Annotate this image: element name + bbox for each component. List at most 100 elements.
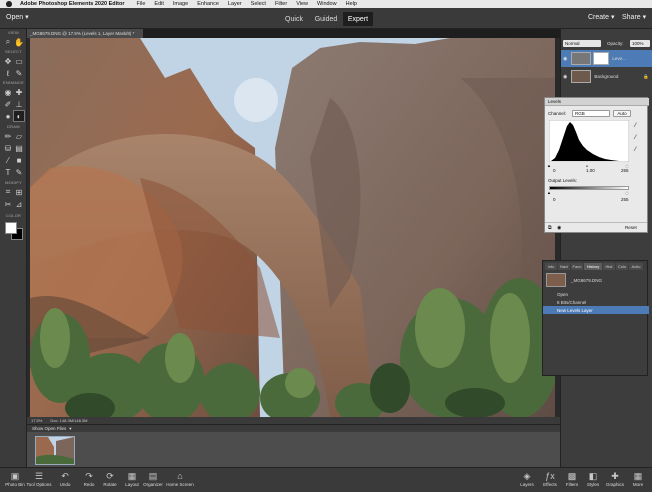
blur-tool-icon[interactable]: ●: [3, 111, 13, 121]
tab-navigator[interactable]: Navi: [558, 263, 570, 270]
photo-bin-header[interactable]: Show Open Files ▾: [27, 424, 560, 432]
mode-quick-tab[interactable]: Quick: [281, 12, 307, 26]
paint-bucket-tool-icon[interactable]: ⛁: [3, 143, 13, 153]
brush-tool-icon[interactable]: ✏: [3, 131, 13, 141]
zoom-tool-icon[interactable]: ⌕: [3, 37, 13, 47]
type-tool-icon[interactable]: T: [3, 167, 13, 177]
create-menu-button[interactable]: Create ▾: [588, 13, 614, 21]
tab-actions[interactable]: Actio: [629, 263, 643, 270]
photo-canvas[interactable]: [30, 38, 555, 417]
document-tab-title: _MG8679.DNG @ 17.5% (Levels 1, Layer Mas…: [30, 31, 135, 36]
menu-layer[interactable]: Layer: [228, 1, 242, 7]
marquee-tool-icon[interactable]: ▭: [14, 56, 24, 66]
reset-button[interactable]: Reset: [625, 225, 637, 230]
organizer-icon: ▤: [148, 471, 158, 481]
gray-eyedropper-icon[interactable]: ⁄: [635, 135, 636, 141]
opacity-field[interactable]: 100%: [630, 40, 650, 47]
history-step[interactable]: Open: [543, 290, 649, 298]
layout-label: Layout: [125, 482, 139, 487]
crop-tool-icon[interactable]: ⌗: [3, 187, 13, 197]
apple-icon[interactable]: [6, 1, 12, 7]
hand-tool-icon[interactable]: ✋: [14, 37, 24, 47]
foreground-color-swatch[interactable]: [5, 222, 17, 234]
output-black-handle[interactable]: ▲: [547, 190, 551, 195]
tab-info[interactable]: Info: [545, 263, 557, 270]
input-black-handle[interactable]: ▲: [547, 163, 551, 168]
eye-icon[interactable]: ◉: [563, 74, 567, 80]
tab-histogram[interactable]: Hist: [603, 263, 615, 270]
recompose-tool-icon[interactable]: ⊞: [14, 187, 24, 197]
tool-options-button[interactable]: ☰ Tool Options: [26, 470, 52, 492]
mode-guided-tab[interactable]: Guided: [311, 12, 341, 26]
content-aware-move-tool-icon[interactable]: ✂: [3, 199, 13, 209]
undo-button[interactable]: ↶ Undo: [52, 470, 78, 492]
output-black-value[interactable]: 0: [553, 197, 556, 202]
menu-view[interactable]: View: [296, 1, 308, 7]
effects-icon: ƒx: [545, 471, 555, 481]
spot-healing-tool-icon[interactable]: ✚: [14, 87, 24, 97]
eye-icon[interactable]: ◉: [563, 56, 567, 62]
menu-select[interactable]: Select: [251, 1, 266, 7]
input-white-value[interactable]: 255: [621, 168, 629, 173]
mode-expert-tab[interactable]: Expert: [343, 12, 373, 26]
zoom-readout[interactable]: 17.5%: [31, 418, 42, 423]
app-name-menu[interactable]: Adobe Photoshop Elements 2020 Editor: [20, 1, 125, 7]
snapshot-thumbnail[interactable]: [546, 273, 566, 287]
eraser-tool-icon[interactable]: ▱: [14, 131, 24, 141]
history-step-selected[interactable]: New Levels Layer: [543, 306, 649, 314]
menu-file[interactable]: File: [137, 1, 146, 7]
sponge-tool-icon[interactable]: ◐: [13, 110, 25, 122]
more-button[interactable]: ▦ More: [625, 470, 651, 492]
quick-selection-tool-icon[interactable]: ✎: [14, 68, 24, 78]
organizer-label: Organizer: [143, 482, 163, 487]
layer-row-background[interactable]: ◉ Background 🔒: [561, 68, 652, 85]
shape-tool-icon[interactable]: ■: [14, 155, 24, 165]
document-tab[interactable]: _MG8679.DNG @ 17.5% (Levels 1, Layer Mas…: [27, 29, 143, 38]
gradient-tool-icon[interactable]: ▤: [14, 143, 24, 153]
organizer-button[interactable]: ▤ Organizer: [140, 470, 166, 492]
smart-brush-tool-icon[interactable]: ✐: [3, 99, 13, 109]
blend-mode-value: Normal: [565, 41, 580, 46]
blend-mode-select[interactable]: Normal: [563, 40, 601, 47]
menu-help[interactable]: Help: [346, 1, 357, 7]
chevron-down-icon: ▾: [25, 14, 29, 21]
clone-stamp-tool-icon[interactable]: ⊥: [14, 99, 24, 109]
tab-favorites[interactable]: Favo: [571, 263, 583, 270]
tab-history[interactable]: History: [584, 263, 602, 270]
input-gamma-value[interactable]: 1.00: [586, 168, 595, 173]
lasso-tool-icon[interactable]: ℓ: [3, 68, 13, 78]
visibility-eye-icon[interactable]: ◉: [557, 225, 561, 231]
input-slider-track[interactable]: ▲ ▲ ▲: [547, 163, 629, 168]
levels-title-bar[interactable]: Levels: [545, 98, 649, 106]
status-bar: 17.5% Doc: 148.3M/148.3M: [27, 417, 560, 424]
auto-button[interactable]: Auto: [613, 110, 631, 117]
black-eyedropper-icon[interactable]: ⁄: [635, 123, 636, 129]
pencil-tool-icon[interactable]: ✎: [14, 167, 24, 177]
tab-color[interactable]: Colo: [616, 263, 628, 270]
home-screen-button[interactable]: ⌂ Home Screen: [165, 470, 195, 492]
straighten-tool-icon[interactable]: ⊿: [14, 199, 24, 209]
clip-to-layer-icon[interactable]: ⧉: [548, 225, 552, 231]
menu-image[interactable]: Image: [173, 1, 188, 7]
channel-label: Channel:: [548, 111, 567, 116]
channel-select[interactable]: RGB: [572, 110, 610, 117]
photo-bin-button[interactable]: ▣ Photo Bin: [2, 470, 28, 492]
layers-icon: ◈: [523, 471, 531, 481]
layer-row-levels[interactable]: ◉ Leve...: [561, 50, 652, 67]
open-file-thumbnail[interactable]: [35, 436, 75, 465]
menu-enhance[interactable]: Enhance: [197, 1, 219, 7]
open-menu-button[interactable]: Open ▾: [6, 13, 29, 21]
color-picker-tool-icon[interactable]: ⁄: [3, 155, 13, 165]
history-step[interactable]: 8 Bits/Channel: [543, 298, 649, 306]
red-eye-tool-icon[interactable]: ◉: [3, 87, 13, 97]
menu-filter[interactable]: Filter: [275, 1, 287, 7]
output-white-handle[interactable]: ▲: [625, 190, 629, 195]
white-eyedropper-icon[interactable]: ⁄: [635, 147, 636, 153]
output-slider-track[interactable]: ▲ ▲: [547, 190, 629, 195]
menu-window[interactable]: Window: [317, 1, 337, 7]
output-white-value[interactable]: 255: [621, 197, 629, 202]
share-menu-button[interactable]: Share ▾: [622, 13, 646, 21]
move-tool-icon[interactable]: ✥: [3, 56, 13, 66]
menu-edit[interactable]: Edit: [154, 1, 163, 7]
input-black-value[interactable]: 0: [553, 168, 556, 173]
